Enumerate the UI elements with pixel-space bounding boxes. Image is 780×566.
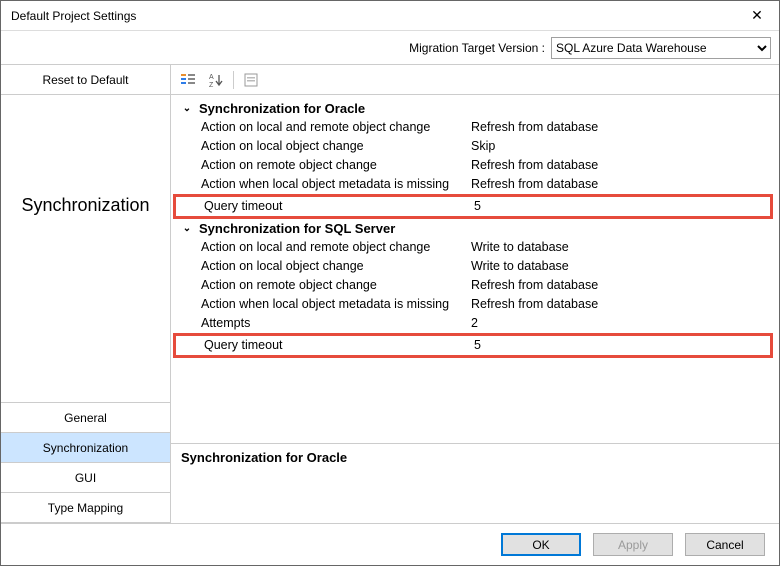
property-value: 2 [471, 314, 773, 333]
property-value: Refresh from database [471, 118, 773, 137]
property-value: 5 [474, 336, 770, 355]
svg-text:A: A [209, 74, 214, 81]
chevron-down-icon: ⌄ [181, 103, 193, 114]
tab-type-mapping[interactable]: Type Mapping [1, 493, 170, 523]
property-label: Action on local object change [201, 257, 471, 276]
sort-az-icon: A Z [208, 72, 224, 88]
property-value: Refresh from database [471, 276, 773, 295]
property-row[interactable]: Action on remote object change Refresh f… [173, 276, 773, 295]
property-value: Skip [471, 137, 773, 156]
main-area: Reset to Default Synchronization General… [1, 65, 779, 523]
property-label: Attempts [201, 314, 471, 333]
property-row[interactable]: Action when local object metadata is mis… [173, 175, 773, 194]
property-row-highlighted[interactable]: Query timeout 5 [173, 194, 773, 219]
side-tabs: General Synchronization GUI Type Mapping [1, 402, 170, 523]
property-value: 5 [474, 197, 770, 216]
reset-to-default-button[interactable]: Reset to Default [1, 65, 170, 95]
close-icon: ✕ [751, 7, 763, 24]
property-value: Write to database [471, 257, 773, 276]
dialog-button-bar: OK Apply Cancel [1, 523, 779, 565]
target-version-label: Migration Target Version : [409, 41, 545, 55]
tab-gui[interactable]: GUI [1, 463, 170, 493]
ok-button[interactable]: OK [501, 533, 581, 556]
property-pages-icon [243, 72, 259, 88]
page-title: Synchronization [1, 95, 170, 216]
property-label: Action on remote object change [201, 156, 471, 175]
svg-text:Z: Z [209, 82, 214, 88]
property-row[interactable]: Action on local object change Write to d… [173, 257, 773, 276]
target-version-row: Migration Target Version : SQL Azure Dat… [1, 31, 779, 65]
window-title: Default Project Settings [11, 9, 136, 23]
property-value: Refresh from database [471, 175, 773, 194]
categorized-view-button[interactable] [177, 69, 199, 91]
title-bar: Default Project Settings ✕ [1, 1, 779, 31]
group-header-oracle[interactable]: ⌄ Synchronization for Oracle [173, 99, 773, 118]
property-row[interactable]: Action on local and remote object change… [173, 118, 773, 137]
group-title: Synchronization for Oracle [199, 101, 365, 116]
left-spacer [1, 216, 170, 402]
property-row[interactable]: Attempts 2 [173, 314, 773, 333]
property-label: Action when local object metadata is mis… [201, 295, 471, 314]
property-value: Write to database [471, 238, 773, 257]
property-label: Action when local object metadata is mis… [201, 175, 471, 194]
tab-synchronization[interactable]: Synchronization [1, 433, 170, 463]
property-value: Refresh from database [471, 295, 773, 314]
apply-button[interactable]: Apply [593, 533, 673, 556]
property-pages-button[interactable] [240, 69, 262, 91]
property-label: Action on local object change [201, 137, 471, 156]
alphabetical-view-button[interactable]: A Z [205, 69, 227, 91]
property-row-highlighted[interactable]: Query timeout 5 [173, 333, 773, 358]
property-row[interactable]: Action on remote object change Refresh f… [173, 156, 773, 175]
property-value: Refresh from database [471, 156, 773, 175]
property-label: Action on local and remote object change [201, 118, 471, 137]
toolbar-separator [233, 71, 234, 89]
description-panel: Synchronization for Oracle [171, 443, 779, 523]
property-row[interactable]: Action when local object metadata is mis… [173, 295, 773, 314]
categorized-icon [180, 72, 196, 88]
property-row[interactable]: Action on local and remote object change… [173, 238, 773, 257]
property-label: Query timeout [204, 197, 474, 216]
group-title: Synchronization for SQL Server [199, 221, 395, 236]
property-label: Action on remote object change [201, 276, 471, 295]
close-button[interactable]: ✕ [735, 1, 779, 31]
tab-general[interactable]: General [1, 403, 170, 433]
property-toolbar: A Z [171, 65, 779, 95]
property-grid[interactable]: ⌄ Synchronization for Oracle Action on l… [171, 95, 779, 443]
property-row[interactable]: Action on local object change Skip [173, 137, 773, 156]
cancel-button[interactable]: Cancel [685, 533, 765, 556]
chevron-down-icon: ⌄ [181, 223, 193, 234]
target-version-select[interactable]: SQL Azure Data Warehouse [551, 37, 771, 59]
left-column: Reset to Default Synchronization General… [1, 65, 171, 523]
description-title: Synchronization for Oracle [181, 450, 769, 465]
property-label: Query timeout [204, 336, 474, 355]
group-header-sqlserver[interactable]: ⌄ Synchronization for SQL Server [173, 219, 773, 238]
property-label: Action on local and remote object change [201, 238, 471, 257]
right-column: A Z ⌄ Synchronization for Oracle [171, 65, 779, 523]
